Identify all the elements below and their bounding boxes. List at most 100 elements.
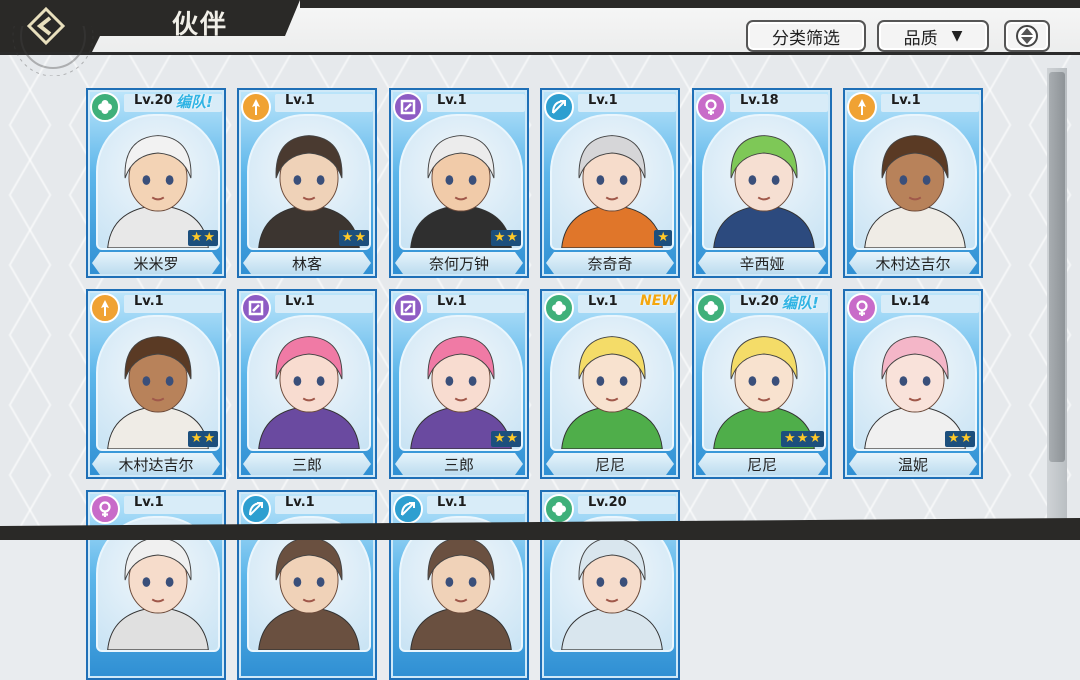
character-portrait-art [258,135,360,248]
character-portrait-art [864,135,966,248]
character-name: 三郎 [243,453,371,475]
partner-card[interactable]: Lv.1 ★ ★ 奈何万钟 [389,88,529,278]
element-badge [90,92,120,122]
element-badge [696,92,726,122]
character-portrait-art [864,336,966,449]
level-label: Lv.14 [891,294,930,309]
character-portrait-art [410,135,512,248]
level-label: Lv.1 [134,495,164,510]
character-portrait [550,315,674,451]
star-rating: ★ ★ [187,431,218,447]
star-rating: ★ ★ [187,230,218,246]
character-name: 尼尼 [546,453,674,475]
character-name: 木村达吉尔 [849,252,977,274]
element-badge [90,293,120,323]
partner-card[interactable]: Lv.1 NEW 尼尼 [540,289,680,479]
bow-icon [249,502,263,516]
partner-card[interactable]: Lv.20 编队! ★ ★ ★ 尼尼 [692,289,832,479]
character-portrait-art [561,135,663,248]
element-badge [544,92,574,122]
clover-icon [552,502,566,516]
partner-card[interactable]: Lv.20 编队! ★ ★ 米米罗 [86,88,226,278]
level-label: Lv.1 [588,294,618,309]
star-icon: ★ [947,431,960,446]
character-portrait-art [561,336,663,449]
element-badge [847,293,877,323]
star-icon: ★ [354,230,366,245]
level-label: Lv.1 [891,93,921,108]
partner-card[interactable]: Lv.1 ★ ★ 林客 [237,88,377,278]
female-symbol-icon [856,300,868,316]
character-portrait-art [107,135,209,248]
partner-card[interactable]: Lv.14 ★ ★ 温妮 [843,289,983,479]
element-badge [393,92,423,122]
character-name: 三郎 [395,453,523,475]
level-label: Lv.1 [588,93,618,108]
element-badge [847,92,877,122]
bow-icon [552,100,566,114]
character-name: 温妮 [849,453,977,475]
partner-card[interactable]: Lv.18 辛西娅 [692,88,832,278]
character-name: 米米罗 [92,252,220,274]
element-badge [544,494,574,524]
element-badge [696,293,726,323]
partner-card-grid: Lv.20 编队! ★ ★ 米米罗 Lv.1 ★ ★ 林客 Lv.1 ★ ★ 奈何万钟 Lv.1 ★ 奈奇奇 L… [0,0,1080,680]
partner-card[interactable]: Lv.1 ★ 奈奇奇 [540,88,680,278]
level-label: Lv.1 [134,294,164,309]
scrollbar-thumb[interactable] [1049,72,1065,462]
star-icon: ★ [190,431,203,446]
partner-card[interactable]: Lv.1 [389,490,529,680]
partner-card[interactable]: Lv.1 ★ ★ 三郎 [389,289,529,479]
partner-card[interactable]: Lv.1 [86,490,226,680]
level-label: Lv.1 [437,294,467,309]
star-icon: ★ [493,230,506,245]
star-rating: ★ ★ ★ [781,431,824,447]
character-portrait-art [107,336,209,449]
partner-card[interactable]: Lv.20 [540,490,680,680]
clover-icon [98,100,112,114]
female-symbol-icon [99,501,111,517]
star-icon: ★ [784,431,796,446]
character-name: 尼尼 [698,453,826,475]
partner-card[interactable]: Lv.1 ★ ★ 木村达吉尔 [86,289,226,479]
flame-arrow-icon [858,99,866,115]
level-label: Lv.18 [740,93,779,108]
star-icon: ★ [796,431,809,446]
star-icon: ★ [809,431,821,446]
star-icon: ★ [960,431,972,446]
character-name: 奈何万钟 [395,252,523,274]
character-name: 奈奇奇 [546,252,674,274]
character-name: 辛西娅 [698,252,826,274]
level-label: Lv.20 [740,294,779,309]
star-rating: ★ ★ [490,230,521,246]
element-badge [393,494,423,524]
star-icon: ★ [190,230,203,245]
character-portrait [702,114,826,250]
element-badge [241,293,271,323]
star-icon: ★ [341,230,354,245]
star-icon: ★ [506,431,518,446]
level-label: Lv.20 [588,495,627,510]
shield-icon [400,99,416,115]
element-badge [544,293,574,323]
star-icon: ★ [657,230,669,245]
partner-card[interactable]: Lv.1 木村达吉尔 [843,88,983,278]
in-team-badge: 编队! [782,294,819,312]
element-badge [393,293,423,323]
star-rating: ★ ★ [338,230,369,246]
star-rating: ★ ★ [490,431,521,447]
level-label: Lv.1 [285,495,315,510]
level-label: Lv.1 [437,93,467,108]
character-name: 木村达吉尔 [92,453,220,475]
character-portrait-art [258,336,360,449]
female-symbol-icon [705,99,717,115]
star-icon: ★ [506,230,518,245]
partner-card[interactable]: Lv.1 [237,490,377,680]
level-label: Lv.1 [437,495,467,510]
partner-card[interactable]: Lv.1 三郎 [237,289,377,479]
character-portrait [247,315,371,451]
level-label: Lv.1 [285,294,315,309]
star-icon: ★ [203,230,215,245]
character-name: 林客 [243,252,371,274]
new-badge: NEW [640,293,677,309]
